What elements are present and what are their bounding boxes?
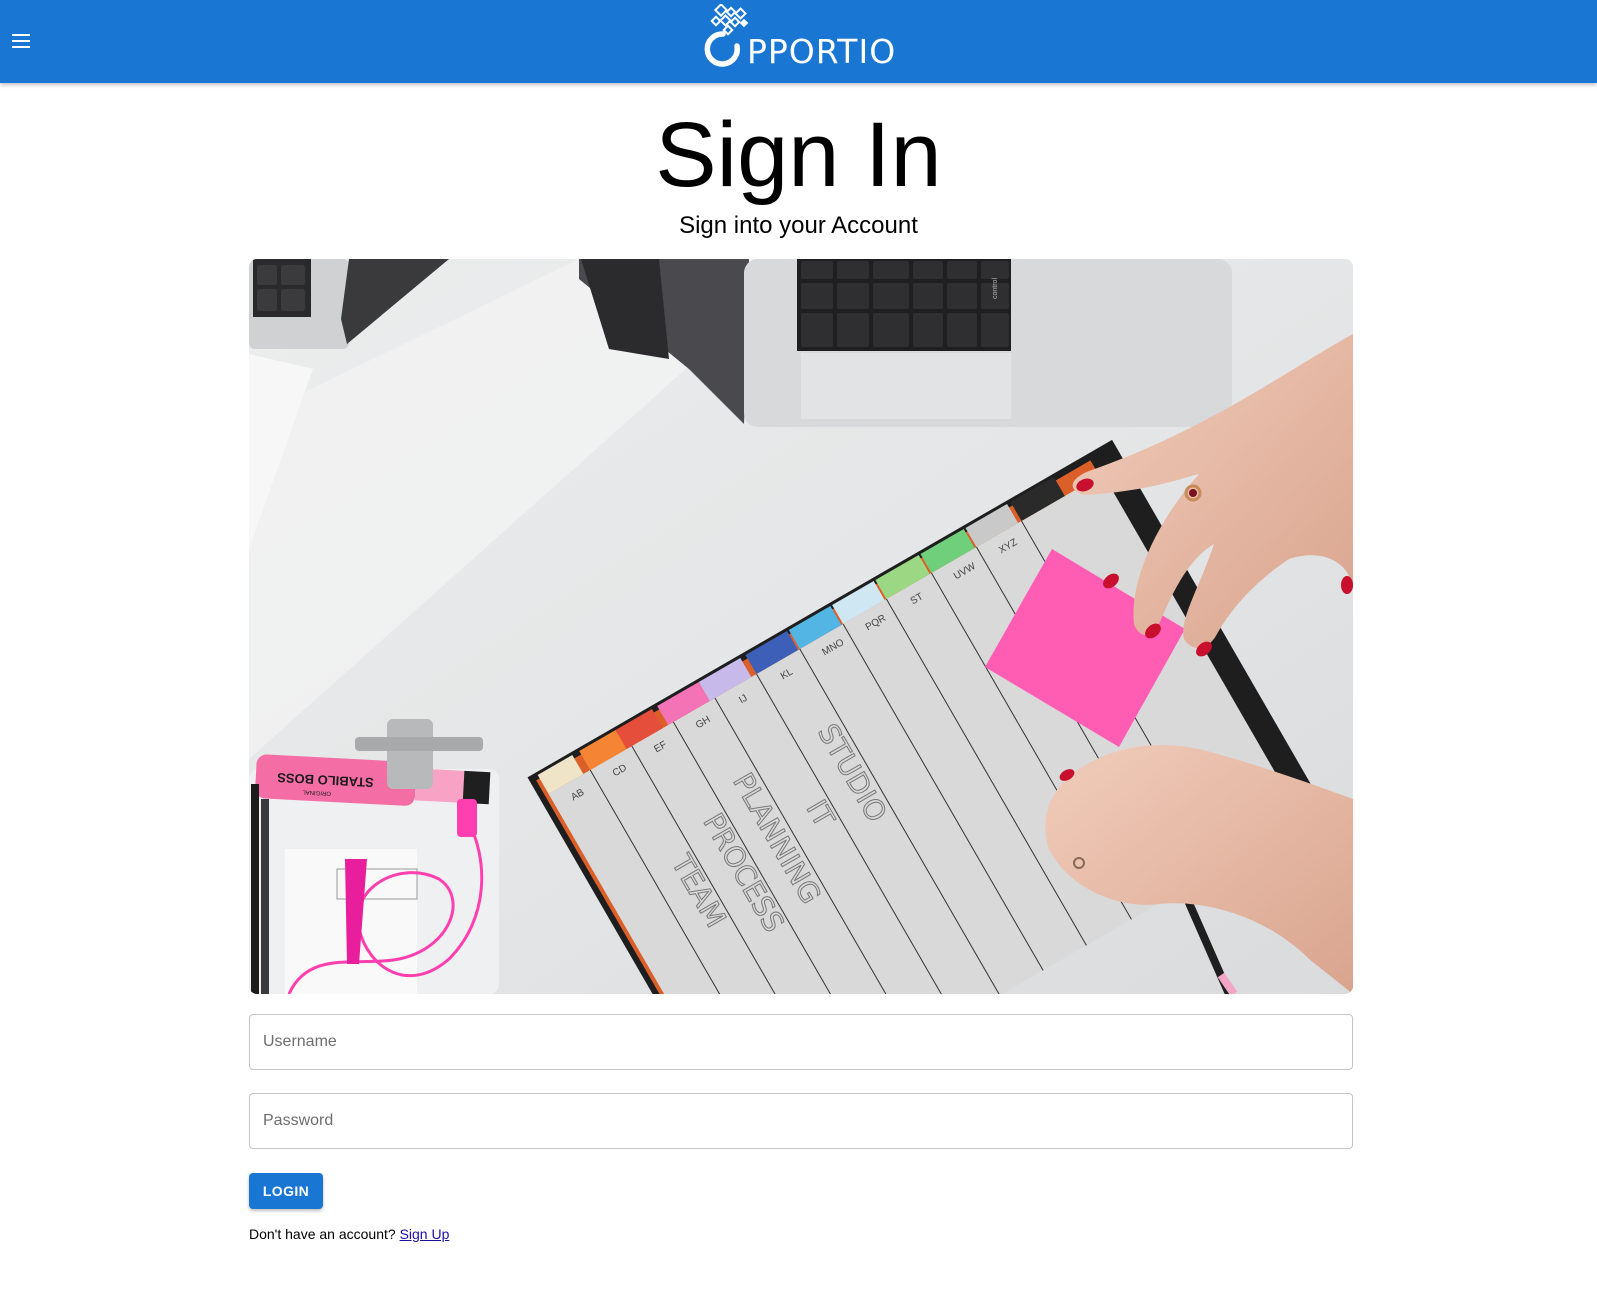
key-label: control xyxy=(992,278,999,299)
signup-prompt: Don't have an account? Sign Up xyxy=(249,1225,449,1243)
password-field[interactable] xyxy=(249,1093,1353,1149)
signup-prompt-text: Don't have an account? xyxy=(249,1226,396,1242)
logo-text: PPORTIO xyxy=(747,32,897,71)
hero-image: control AB CD EF GH IJ KL MNO PQR ST UVW… xyxy=(249,259,1353,994)
password-input[interactable] xyxy=(250,1094,1352,1148)
hamburger-menu-icon[interactable] xyxy=(8,27,34,55)
username-field[interactable] xyxy=(249,1014,1353,1070)
signup-link[interactable]: Sign Up xyxy=(400,1226,450,1242)
app-bar: PPORTIO xyxy=(0,0,1597,83)
page-subtitle: Sign into your Account xyxy=(679,212,918,239)
workspace-photo: control AB CD EF GH IJ KL MNO PQR ST UVW… xyxy=(249,259,1353,994)
page-title: Sign In xyxy=(655,104,942,206)
username-input[interactable] xyxy=(250,1015,1352,1069)
login-button[interactable]: LOGIN xyxy=(249,1173,323,1209)
brand-logo[interactable]: PPORTIO xyxy=(697,4,907,71)
